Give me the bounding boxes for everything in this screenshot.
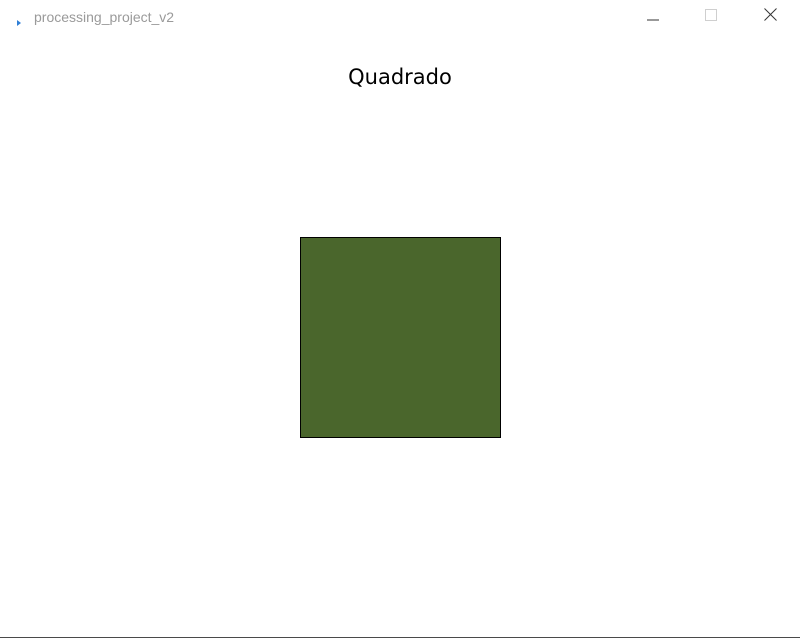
minimize-icon xyxy=(647,8,659,26)
close-button[interactable] xyxy=(747,0,793,34)
green-square xyxy=(300,237,501,438)
close-icon xyxy=(763,8,777,26)
maximize-icon xyxy=(705,8,717,26)
maximize-button[interactable] xyxy=(688,0,734,34)
sketch-window: processing_project_v2 Quadrado xyxy=(0,0,800,638)
processing-app-icon xyxy=(16,14,22,26)
minimize-button[interactable] xyxy=(630,0,676,34)
title-bar[interactable]: processing_project_v2 xyxy=(0,0,800,36)
sketch-canvas: Quadrado xyxy=(0,36,800,637)
window-title: processing_project_v2 xyxy=(34,9,175,25)
sketch-title: Quadrado xyxy=(348,65,452,89)
